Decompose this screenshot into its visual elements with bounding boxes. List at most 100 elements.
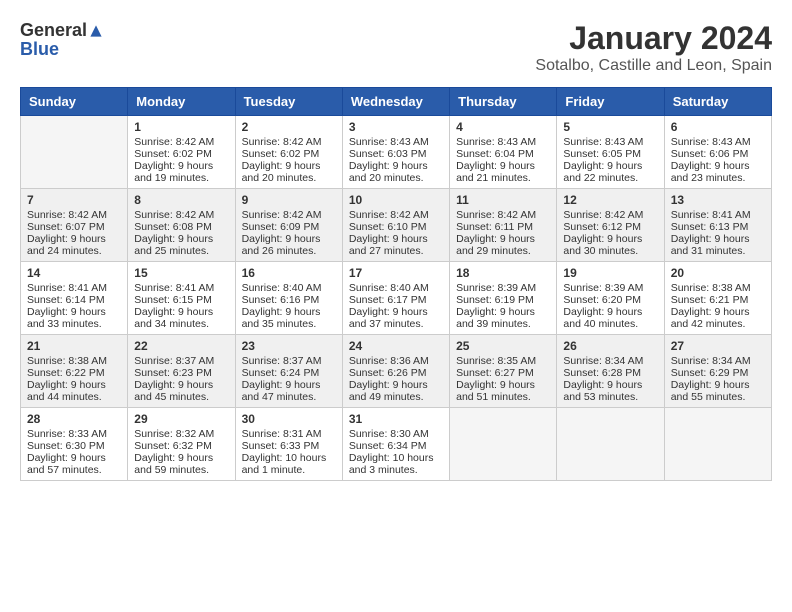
day-number: 14 — [27, 266, 121, 280]
day-number: 31 — [349, 412, 443, 426]
calendar-cell: 11Sunrise: 8:42 AMSunset: 6:11 PMDayligh… — [450, 189, 557, 262]
sunset-text: Sunset: 6:02 PM — [242, 148, 320, 160]
sunrise-text: Sunrise: 8:34 AM — [563, 355, 643, 367]
sunrise-text: Sunrise: 8:33 AM — [27, 428, 107, 440]
calendar-cell — [557, 408, 664, 481]
sunrise-text: Sunrise: 8:38 AM — [671, 282, 751, 294]
calendar-cell: 17Sunrise: 8:40 AMSunset: 6:17 PMDayligh… — [342, 262, 449, 335]
header: General Blue January 2024 Sotalbo, Casti… — [20, 20, 772, 75]
daylight-text: Daylight: 9 hours and 20 minutes. — [349, 160, 428, 184]
day-number: 3 — [349, 120, 443, 134]
day-number: 18 — [456, 266, 550, 280]
title-block: January 2024 Sotalbo, Castille and Leon,… — [535, 20, 772, 75]
sunrise-text: Sunrise: 8:37 AM — [134, 355, 214, 367]
sunset-text: Sunset: 6:19 PM — [456, 294, 534, 306]
daylight-text: Daylight: 9 hours and 26 minutes. — [242, 233, 321, 257]
calendar-cell — [21, 116, 128, 189]
day-number: 9 — [242, 193, 336, 207]
calendar-cell: 26Sunrise: 8:34 AMSunset: 6:28 PMDayligh… — [557, 335, 664, 408]
sunrise-text: Sunrise: 8:39 AM — [563, 282, 643, 294]
sunset-text: Sunset: 6:21 PM — [671, 294, 749, 306]
calendar-table: SundayMondayTuesdayWednesdayThursdayFrid… — [20, 87, 772, 481]
day-number: 10 — [349, 193, 443, 207]
calendar-cell: 19Sunrise: 8:39 AMSunset: 6:20 PMDayligh… — [557, 262, 664, 335]
logo-icon — [89, 24, 103, 38]
sunrise-text: Sunrise: 8:34 AM — [671, 355, 751, 367]
daylight-text: Daylight: 9 hours and 29 minutes. — [456, 233, 535, 257]
daylight-text: Daylight: 9 hours and 55 minutes. — [671, 379, 750, 403]
daylight-text: Daylight: 10 hours and 3 minutes. — [349, 452, 434, 476]
day-number: 23 — [242, 339, 336, 353]
sunset-text: Sunset: 6:34 PM — [349, 440, 427, 452]
calendar-cell: 2 Sunrise: 8:42 AMSunset: 6:02 PMDaylight… — [235, 116, 342, 189]
daylight-text: Daylight: 9 hours and 30 minutes. — [563, 233, 642, 257]
daylight-text: Daylight: 9 hours and 19 minutes. — [134, 160, 213, 184]
calendar-cell: 10Sunrise: 8:42 AMSunset: 6:10 PMDayligh… — [342, 189, 449, 262]
calendar-week-row: 1Sunrise: 8:42 AMSunset: 6:02 PMDaylight… — [21, 116, 772, 189]
day-number: 7 — [27, 193, 121, 207]
calendar-cell: 9Sunrise: 8:42 AMSunset: 6:09 PMDaylight… — [235, 189, 342, 262]
calendar-cell: 15Sunrise: 8:41 AMSunset: 6:15 PMDayligh… — [128, 262, 235, 335]
calendar-cell: 16Sunrise: 8:40 AMSunset: 6:16 PMDayligh… — [235, 262, 342, 335]
sunset-text: Sunset: 6:11 PM — [456, 221, 533, 233]
calendar-cell: 31 Sunrise: 8:30 AMSunset: 6:34 PMDayligh… — [342, 408, 449, 481]
daylight-text: Daylight: 9 hours and 21 minutes. — [456, 160, 535, 184]
calendar-header-row: SundayMondayTuesdayWednesdayThursdayFrid… — [21, 88, 772, 116]
logo-general-text: General — [20, 20, 87, 41]
sunrise-text: Sunrise: 8:43 AM — [563, 136, 643, 148]
day-number: 20 — [671, 266, 765, 280]
sunset-text: Sunset: 6:17 PM — [349, 294, 427, 306]
sunset-text: Sunset: 6:05 PM — [563, 148, 641, 160]
sunrise-text: Sunrise: 8:42 AM — [134, 136, 214, 148]
sunrise-text: Sunrise: 8:42 AM — [27, 209, 107, 221]
daylight-text: Daylight: 9 hours and 20 minutes. — [242, 160, 321, 184]
sunrise-text: Sunrise: 8:40 AM — [349, 282, 429, 294]
daylight-text: Daylight: 9 hours and 53 minutes. — [563, 379, 642, 403]
day-number: 17 — [349, 266, 443, 280]
sunset-text: Sunset: 6:32 PM — [134, 440, 212, 452]
day-number: 22 — [134, 339, 228, 353]
sunrise-text: Sunrise: 8:42 AM — [563, 209, 643, 221]
sunrise-text: Sunrise: 8:41 AM — [134, 282, 214, 294]
calendar-cell: 22Sunrise: 8:37 AMSunset: 6:23 PMDayligh… — [128, 335, 235, 408]
sunset-text: Sunset: 6:22 PM — [27, 367, 105, 379]
sunset-text: Sunset: 6:33 PM — [242, 440, 320, 452]
sunrise-text: Sunrise: 8:31 AM — [242, 428, 322, 440]
page: General Blue January 2024 Sotalbo, Casti… — [0, 0, 792, 491]
sunrise-text: Sunrise: 8:41 AM — [671, 209, 751, 221]
sunrise-text: Sunrise: 8:43 AM — [349, 136, 429, 148]
calendar-week-row: 21Sunrise: 8:38 AMSunset: 6:22 PMDayligh… — [21, 335, 772, 408]
sunrise-text: Sunrise: 8:42 AM — [242, 136, 322, 148]
sunset-text: Sunset: 6:29 PM — [671, 367, 749, 379]
sunrise-text: Sunrise: 8:39 AM — [456, 282, 536, 294]
calendar-week-row: 14Sunrise: 8:41 AMSunset: 6:14 PMDayligh… — [21, 262, 772, 335]
calendar-cell: 12Sunrise: 8:42 AMSunset: 6:12 PMDayligh… — [557, 189, 664, 262]
sunrise-text: Sunrise: 8:30 AM — [349, 428, 429, 440]
calendar-cell: 6Sunrise: 8:43 AMSunset: 6:06 PMDaylight… — [664, 116, 771, 189]
sunset-text: Sunset: 6:10 PM — [349, 221, 427, 233]
day-number: 28 — [27, 412, 121, 426]
sunset-text: Sunset: 6:08 PM — [134, 221, 212, 233]
day-number: 16 — [242, 266, 336, 280]
calendar-cell: 3 Sunrise: 8:43 AMSunset: 6:03 PMDaylight… — [342, 116, 449, 189]
daylight-text: Daylight: 9 hours and 25 minutes. — [134, 233, 213, 257]
day-number: 13 — [671, 193, 765, 207]
calendar-cell: 21Sunrise: 8:38 AMSunset: 6:22 PMDayligh… — [21, 335, 128, 408]
daylight-text: Daylight: 10 hours and 1 minute. — [242, 452, 327, 476]
header-tuesday: Tuesday — [235, 88, 342, 116]
sunset-text: Sunset: 6:07 PM — [27, 221, 105, 233]
day-number: 26 — [563, 339, 657, 353]
calendar-cell: 27 Sunrise: 8:34 AMSunset: 6:29 PMDayligh… — [664, 335, 771, 408]
sunset-text: Sunset: 6:26 PM — [349, 367, 427, 379]
sunset-text: Sunset: 6:23 PM — [134, 367, 212, 379]
sunset-text: Sunset: 6:03 PM — [349, 148, 427, 160]
day-number: 27 — [671, 339, 765, 353]
calendar-subtitle: Sotalbo, Castille and Leon, Spain — [535, 57, 772, 75]
day-number: 1 — [134, 120, 228, 134]
calendar-cell — [450, 408, 557, 481]
header-thursday: Thursday — [450, 88, 557, 116]
sunrise-text: Sunrise: 8:32 AM — [134, 428, 214, 440]
daylight-text: Daylight: 9 hours and 47 minutes. — [242, 379, 321, 403]
header-sunday: Sunday — [21, 88, 128, 116]
day-number: 2 — [242, 120, 336, 134]
